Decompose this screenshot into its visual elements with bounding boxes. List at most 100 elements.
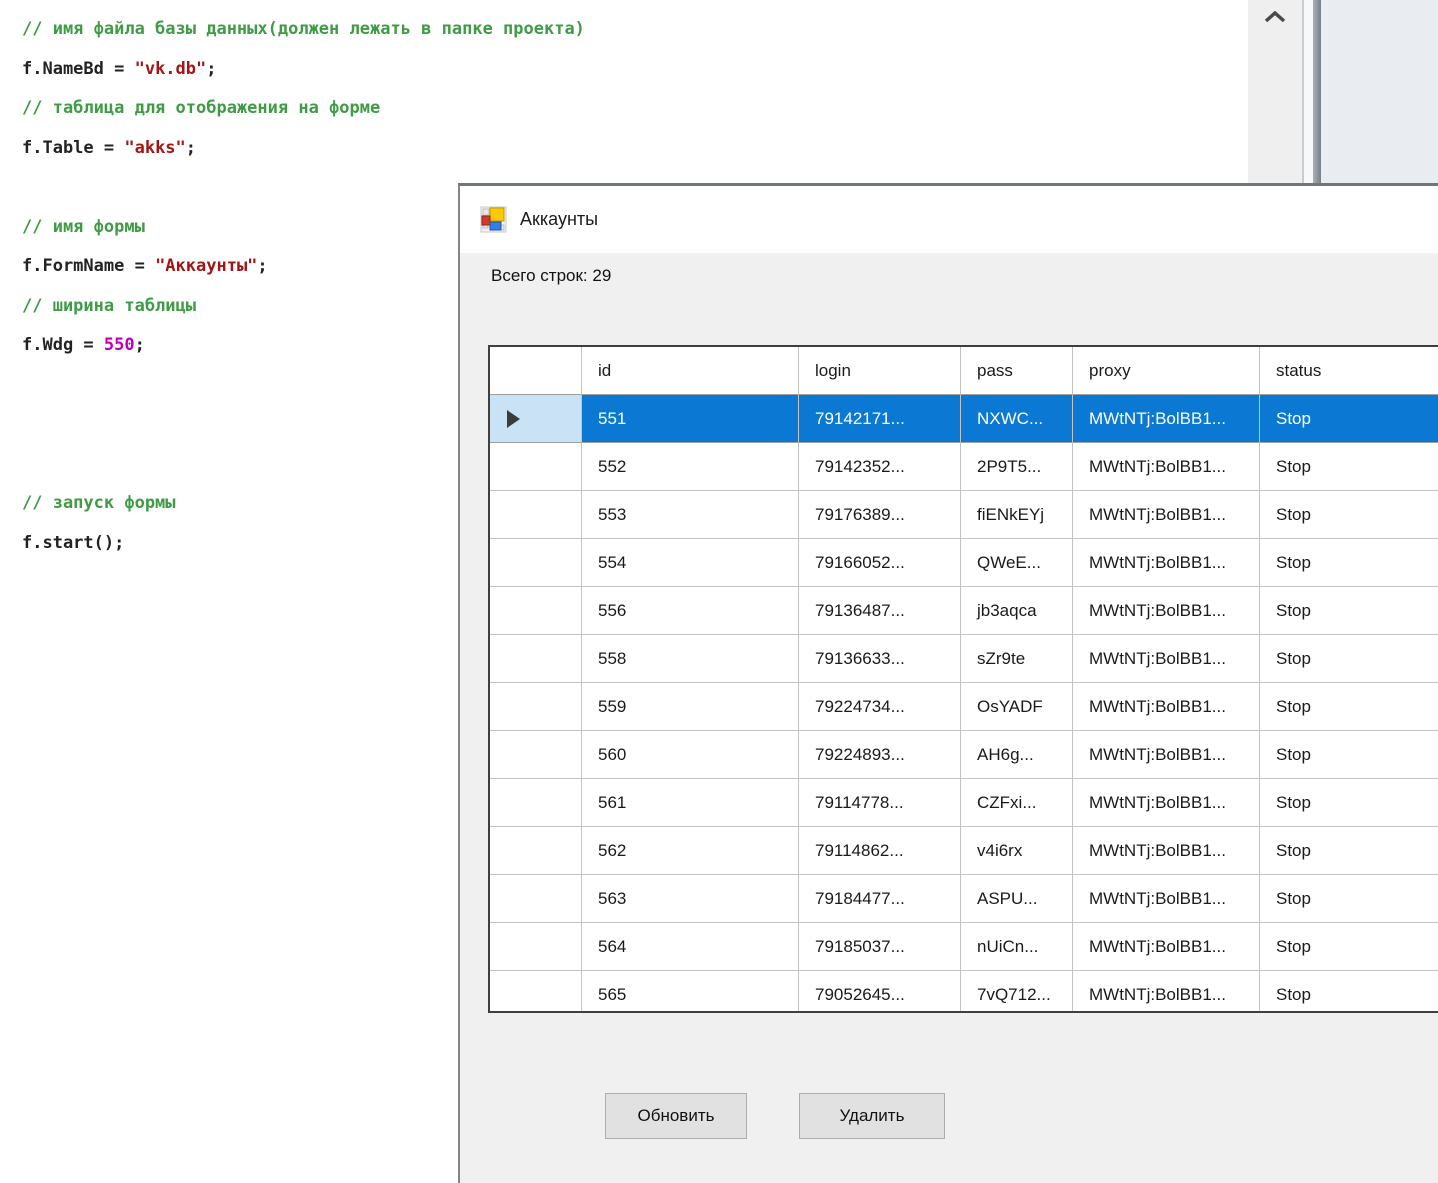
- row-header-cell[interactable]: [490, 635, 582, 683]
- row-header-cell[interactable]: [490, 587, 582, 635]
- table-cell-id[interactable]: 552: [582, 443, 799, 491]
- table-cell-pass[interactable]: QWeE...: [961, 539, 1073, 587]
- row-header-cell[interactable]: [490, 827, 582, 875]
- column-header-id[interactable]: id: [582, 347, 799, 395]
- column-header-pass[interactable]: pass: [961, 347, 1073, 395]
- table-row[interactable]: 56479185037...nUiCn...MWtNTj:BolBB1...St…: [490, 923, 1438, 971]
- table-cell-login[interactable]: 79114778...: [799, 779, 961, 827]
- table-cell-proxy[interactable]: MWtNTj:BolBB1...: [1073, 875, 1260, 923]
- table-cell-proxy[interactable]: MWtNTj:BolBB1...: [1073, 779, 1260, 827]
- panel-splitter[interactable]: [1313, 0, 1321, 184]
- table-cell-proxy[interactable]: MWtNTj:BolBB1...: [1073, 683, 1260, 731]
- dialog-titlebar[interactable]: Аккаунты: [460, 186, 1438, 253]
- table-cell-id[interactable]: 562: [582, 827, 799, 875]
- table-cell-status[interactable]: Stop: [1260, 395, 1438, 443]
- table-row[interactable]: 55179142171...NXWC...MWtNTj:BolBB1...Sto…: [490, 395, 1438, 443]
- row-header-cell[interactable]: [490, 491, 582, 539]
- table-cell-proxy[interactable]: MWtNTj:BolBB1...: [1073, 827, 1260, 875]
- table-cell-id[interactable]: 563: [582, 875, 799, 923]
- table-cell-status[interactable]: Stop: [1260, 827, 1438, 875]
- table-row[interactable]: 56379184477...ASPU...MWtNTj:BolBB1...Sto…: [490, 875, 1438, 923]
- row-header-cell[interactable]: [490, 971, 582, 1013]
- column-header-proxy[interactable]: proxy: [1073, 347, 1260, 395]
- table-cell-id[interactable]: 558: [582, 635, 799, 683]
- table-cell-id[interactable]: 554: [582, 539, 799, 587]
- row-header-cell[interactable]: [490, 539, 582, 587]
- table-cell-pass[interactable]: sZr9te: [961, 635, 1073, 683]
- row-header-cell[interactable]: [490, 875, 582, 923]
- table-cell-login[interactable]: 79136487...: [799, 587, 961, 635]
- table-cell-id[interactable]: 561: [582, 779, 799, 827]
- table-cell-status[interactable]: Stop: [1260, 491, 1438, 539]
- table-cell-login[interactable]: 79114862...: [799, 827, 961, 875]
- table-cell-proxy[interactable]: MWtNTj:BolBB1...: [1073, 587, 1260, 635]
- table-cell-status[interactable]: Stop: [1260, 587, 1438, 635]
- table-row[interactable]: 55979224734...OsYADFMWtNTj:BolBB1...Stop: [490, 683, 1438, 731]
- editor-scrollbar[interactable]: [1248, 0, 1302, 184]
- table-cell-proxy[interactable]: MWtNTj:BolBB1...: [1073, 539, 1260, 587]
- table-cell-login[interactable]: 79184477...: [799, 875, 961, 923]
- table-cell-login[interactable]: 79224734...: [799, 683, 961, 731]
- row-header-cell[interactable]: [490, 731, 582, 779]
- row-header-cell[interactable]: [490, 683, 582, 731]
- table-cell-login[interactable]: 79142352...: [799, 443, 961, 491]
- table-cell-pass[interactable]: OsYADF: [961, 683, 1073, 731]
- table-cell-id[interactable]: 560: [582, 731, 799, 779]
- table-cell-pass[interactable]: nUiCn...: [961, 923, 1073, 971]
- table-cell-proxy[interactable]: MWtNTj:BolBB1...: [1073, 395, 1260, 443]
- row-header-cell[interactable]: [490, 923, 582, 971]
- table-cell-proxy[interactable]: MWtNTj:BolBB1...: [1073, 491, 1260, 539]
- table-cell-pass[interactable]: CZFxi...: [961, 779, 1073, 827]
- table-cell-status[interactable]: Stop: [1260, 923, 1438, 971]
- table-row[interactable]: 55479166052...QWeE...MWtNTj:BolBB1...Sto…: [490, 539, 1438, 587]
- table-cell-login[interactable]: 79136633...: [799, 635, 961, 683]
- table-cell-pass[interactable]: AH6g...: [961, 731, 1073, 779]
- table-cell-proxy[interactable]: MWtNTj:BolBB1...: [1073, 443, 1260, 491]
- row-header-cell[interactable]: [490, 443, 582, 491]
- table-cell-pass[interactable]: fiENkEYj: [961, 491, 1073, 539]
- table-cell-id[interactable]: 564: [582, 923, 799, 971]
- row-header-cell[interactable]: [490, 779, 582, 827]
- table-cell-login[interactable]: 79176389...: [799, 491, 961, 539]
- table-cell-status[interactable]: Stop: [1260, 539, 1438, 587]
- column-header-status[interactable]: status: [1260, 347, 1438, 395]
- table-cell-id[interactable]: 556: [582, 587, 799, 635]
- refresh-button[interactable]: Обновить: [605, 1093, 747, 1139]
- table-row[interactable]: 56079224893...AH6g...MWtNTj:BolBB1...Sto…: [490, 731, 1438, 779]
- table-corner-cell[interactable]: [490, 347, 582, 395]
- table-cell-pass[interactable]: NXWC...: [961, 395, 1073, 443]
- table-row[interactable]: 56579052645...7vQ712...MWtNTj:BolBB1...S…: [490, 971, 1438, 1013]
- table-cell-status[interactable]: Stop: [1260, 971, 1438, 1013]
- table-cell-pass[interactable]: 7vQ712...: [961, 971, 1073, 1013]
- table-cell-login[interactable]: 79185037...: [799, 923, 961, 971]
- table-cell-login[interactable]: 79142171...: [799, 395, 961, 443]
- table-row[interactable]: 55679136487...jb3aqcaMWtNTj:BolBB1...Sto…: [490, 587, 1438, 635]
- table-cell-status[interactable]: Stop: [1260, 731, 1438, 779]
- table-cell-proxy[interactable]: MWtNTj:BolBB1...: [1073, 635, 1260, 683]
- scroll-up-button[interactable]: [1248, 4, 1302, 30]
- table-cell-id[interactable]: 551: [582, 395, 799, 443]
- table-cell-pass[interactable]: 2P9T5...: [961, 443, 1073, 491]
- table-row[interactable]: 56179114778...CZFxi...MWtNTj:BolBB1...St…: [490, 779, 1438, 827]
- table-cell-status[interactable]: Stop: [1260, 875, 1438, 923]
- delete-button[interactable]: Удалить: [799, 1093, 945, 1139]
- table-cell-status[interactable]: Stop: [1260, 443, 1438, 491]
- table-cell-proxy[interactable]: MWtNTj:BolBB1...: [1073, 731, 1260, 779]
- table-cell-proxy[interactable]: MWtNTj:BolBB1...: [1073, 971, 1260, 1013]
- table-cell-status[interactable]: Stop: [1260, 635, 1438, 683]
- row-header-cell[interactable]: [490, 395, 582, 443]
- table-cell-id[interactable]: 559: [582, 683, 799, 731]
- column-header-login[interactable]: login: [799, 347, 961, 395]
- table-cell-status[interactable]: Stop: [1260, 683, 1438, 731]
- table-row[interactable]: 56279114862...v4i6rxMWtNTj:BolBB1...Stop: [490, 827, 1438, 875]
- table-cell-login[interactable]: 79224893...: [799, 731, 961, 779]
- table-cell-id[interactable]: 565: [582, 971, 799, 1013]
- table-cell-pass[interactable]: ASPU...: [961, 875, 1073, 923]
- table-row[interactable]: 55879136633...sZr9teMWtNTj:BolBB1...Stop: [490, 635, 1438, 683]
- table-cell-id[interactable]: 553: [582, 491, 799, 539]
- table-cell-login[interactable]: 79052645...: [799, 971, 961, 1013]
- table-cell-login[interactable]: 79166052...: [799, 539, 961, 587]
- table-cell-pass[interactable]: v4i6rx: [961, 827, 1073, 875]
- table-cell-pass[interactable]: jb3aqca: [961, 587, 1073, 635]
- table-row[interactable]: 55279142352...2P9T5...MWtNTj:BolBB1...St…: [490, 443, 1438, 491]
